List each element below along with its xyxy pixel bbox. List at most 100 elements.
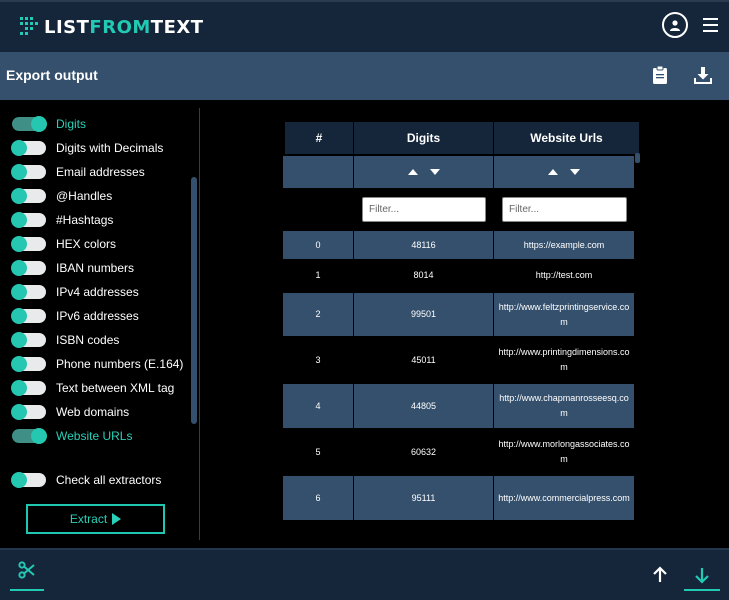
table-cell-digits: 60632	[410, 446, 437, 457]
column-header-urls[interactable]: Website Urls	[494, 122, 639, 154]
extractor-label: Website URLs	[56, 429, 133, 443]
table-cell-url: http://www.commercialpress.com	[494, 476, 634, 520]
table-cell-index: 1	[315, 269, 321, 280]
scissors-tab[interactable]	[10, 561, 44, 591]
sidebar-scrollbar[interactable]	[191, 177, 197, 424]
logo-accent: FROM	[89, 16, 151, 38]
extractor-label: @Handles	[56, 189, 113, 203]
table-cell-index: 2	[283, 293, 353, 336]
hamburger-menu-icon[interactable]	[703, 18, 718, 32]
extractor-toggle[interactable]	[11, 356, 46, 372]
extractor-toggle-row[interactable]: @Handles	[11, 187, 113, 205]
table-cell-digits: 99501	[354, 293, 493, 336]
logo-suffix: TEXT	[150, 16, 204, 38]
digits-filter-input[interactable]	[362, 197, 486, 222]
extractor-label: Web domains	[56, 405, 130, 419]
play-icon	[112, 513, 122, 525]
extractor-toggle[interactable]	[11, 188, 46, 204]
extractor-toggle-row[interactable]: Web domains	[11, 403, 130, 421]
table-cell-digits: 44805	[354, 384, 493, 428]
extractor-toggle[interactable]	[11, 260, 46, 276]
user-circle-icon	[670, 20, 680, 31]
check-all-toggle[interactable]	[11, 472, 46, 488]
logo-prefix: LIST	[44, 16, 90, 38]
extractor-toggle[interactable]	[11, 164, 46, 180]
extractor-label: ISBN codes	[56, 333, 120, 347]
extract-label: Extract	[69, 512, 108, 526]
extract-button[interactable]: Extract	[26, 504, 165, 534]
table-cell-url: http://test.com	[535, 269, 593, 280]
sort-desc-icon[interactable]	[429, 169, 440, 175]
table-scrollbar[interactable]	[635, 153, 640, 163]
extractor-toggle-row[interactable]: #Hashtags	[11, 211, 114, 229]
sort-asc-icon[interactable]	[407, 169, 418, 175]
extractor-toggle-row[interactable]: Digits	[12, 115, 86, 133]
table-cell-url: http://www.morlongassociates.com	[498, 439, 630, 464]
extractor-toggle-row[interactable]: Email addresses	[11, 163, 145, 181]
bottom-bar	[0, 548, 729, 600]
table-cell-index: 5	[315, 446, 321, 457]
clipboard-icon[interactable]	[652, 65, 668, 85]
table-cell-digits: 8014	[413, 269, 434, 280]
extractor-label: Text between XML tag	[56, 381, 175, 395]
table-cell-index: 4	[283, 384, 353, 428]
table-cell-url: http://www.printingdimensions.com	[498, 347, 630, 372]
extractor-toggle-row[interactable]: IPv4 addresses	[11, 283, 139, 301]
extractor-label: IBAN numbers	[56, 261, 135, 275]
column-header-digits[interactable]: Digits	[354, 122, 493, 154]
extractor-toggle-row[interactable]: Phone numbers (E.164)	[11, 355, 184, 373]
extractor-toggle-row[interactable]: Digits with Decimals	[11, 139, 164, 157]
logo-mark-icon	[20, 17, 38, 37]
check-all-label: Check all extractors	[56, 473, 162, 487]
table-cell-index: 0	[283, 231, 353, 259]
extractor-toggle[interactable]	[11, 140, 46, 156]
urls-filter-input[interactable]	[502, 197, 627, 222]
extractor-label: #Hashtags	[56, 213, 114, 227]
extractor-label: Digits	[56, 117, 87, 131]
extractor-toggle[interactable]	[11, 236, 46, 252]
extractor-toggle[interactable]	[11, 308, 46, 324]
table-cell-url: http://www.feltzprintingservice.com	[494, 293, 634, 336]
extractor-label: IPv4 addresses	[56, 285, 139, 299]
sort-asc-icon[interactable]	[548, 169, 558, 175]
app-logo[interactable]: LISTFROMTEXT	[20, 14, 204, 40]
urls-sort-controls	[494, 156, 634, 188]
export-header: Export output	[0, 52, 729, 100]
logo-text: LISTFROMTEXT	[44, 17, 204, 38]
extractor-toggle[interactable]	[12, 428, 47, 444]
table-cell-digits: 95111	[354, 476, 493, 520]
digits-sort-controls	[354, 156, 493, 188]
table-cell-digits: 48116	[354, 231, 493, 259]
extractor-toggle-row[interactable]: Text between XML tag	[11, 379, 175, 397]
sidebar-divider	[199, 108, 200, 540]
extractor-toggle[interactable]	[11, 404, 46, 420]
check-all-toggle-row[interactable]: Check all extractors	[11, 471, 162, 489]
extractor-toggle-row[interactable]: IBAN numbers	[11, 259, 135, 277]
table-cell-url: https://example.com	[494, 231, 634, 259]
extractor-label: IPv6 addresses	[56, 309, 139, 323]
scissors-icon	[18, 561, 35, 579]
extractor-toggle[interactable]	[11, 332, 46, 348]
download-icon[interactable]	[693, 66, 713, 86]
arrow-down-icon	[695, 568, 709, 584]
user-account-button[interactable]	[662, 12, 688, 38]
extractor-toggle-row[interactable]: Website URLs	[12, 427, 132, 445]
table-cell-index: 3	[315, 354, 321, 365]
top-bar: LISTFROMTEXT	[0, 0, 729, 52]
extractor-toggle-row[interactable]: ISBN codes	[11, 331, 120, 349]
index-sort-cell	[283, 156, 353, 188]
arrow-down-button[interactable]	[684, 561, 720, 591]
table-cell-index: 6	[283, 476, 353, 520]
extractor-toggle[interactable]	[11, 380, 46, 396]
extractor-toggle[interactable]	[12, 116, 47, 132]
arrow-up-icon[interactable]	[650, 565, 670, 585]
extractor-toggle[interactable]	[11, 284, 46, 300]
extractor-toggle-row[interactable]: IPv6 addresses	[11, 307, 139, 325]
extractor-label: Digits with Decimals	[56, 141, 164, 155]
sort-desc-icon[interactable]	[570, 169, 580, 175]
column-header-index[interactable]: #	[285, 122, 353, 154]
extractor-toggle-row[interactable]: HEX colors	[11, 235, 116, 253]
extractor-toggle[interactable]	[11, 212, 46, 228]
extractor-label: Phone numbers (E.164)	[56, 357, 184, 371]
table-cell-digits: 45011	[411, 354, 436, 365]
